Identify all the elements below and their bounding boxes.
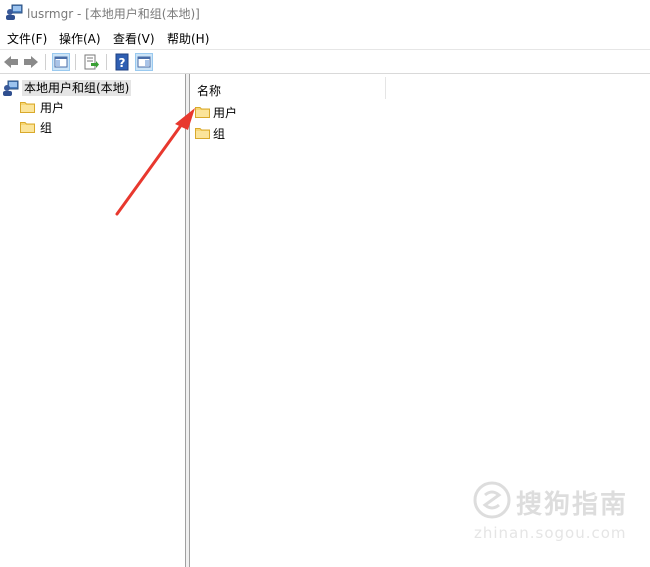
tree-root-label: 本地用户和组(本地) bbox=[22, 80, 132, 96]
users-computer-icon bbox=[3, 80, 19, 96]
app-icon bbox=[6, 4, 23, 20]
forward-icon[interactable] bbox=[22, 53, 40, 71]
menu-action[interactable]: 操作(A) bbox=[59, 30, 101, 47]
sogou-logo-icon bbox=[473, 481, 511, 519]
show-hide-tree-icon bbox=[54, 56, 68, 68]
title-bar: lusrmgr - [本地用户和组(本地)] bbox=[0, 0, 650, 26]
folder-icon bbox=[195, 107, 210, 118]
folder-icon bbox=[20, 102, 35, 113]
menu-view[interactable]: 查看(V) bbox=[113, 30, 155, 47]
properties-button[interactable] bbox=[135, 53, 153, 71]
menu-file[interactable]: 文件(F) bbox=[7, 30, 47, 47]
toolbar-separator bbox=[106, 54, 107, 70]
help-icon[interactable]: ? bbox=[113, 53, 131, 71]
toolbar-separator bbox=[45, 54, 46, 70]
toolbar: ? bbox=[0, 49, 650, 74]
toolbar-separator bbox=[75, 54, 76, 70]
folder-icon bbox=[195, 128, 210, 139]
tree-item-label: 用户 bbox=[40, 101, 65, 115]
column-header-name[interactable]: 名称 bbox=[190, 77, 386, 99]
watermark-url: zhinan.sogou.com bbox=[474, 524, 627, 542]
back-icon[interactable] bbox=[2, 53, 20, 71]
svg-text:?: ? bbox=[119, 56, 126, 70]
tree-pane: 本地用户和组(本地) 用户 组 bbox=[0, 74, 185, 567]
watermark-text: 搜狗指南 bbox=[516, 490, 629, 520]
list-item-label: 组 bbox=[213, 127, 226, 141]
export-list-icon[interactable] bbox=[82, 53, 100, 71]
folder-icon bbox=[20, 122, 35, 133]
tree-item-label: 组 bbox=[40, 121, 53, 135]
menu-help[interactable]: 帮助(H) bbox=[167, 30, 209, 47]
watermark: 搜狗指南 zhinan.sogou.com bbox=[468, 478, 638, 548]
menu-bar: 文件(F) 操作(A) 查看(V) 帮助(H) bbox=[0, 28, 650, 48]
show-hide-tree-button[interactable] bbox=[52, 53, 70, 71]
column-header-label: 名称 bbox=[197, 84, 222, 98]
window-title: lusrmgr - [本地用户和组(本地)] bbox=[27, 7, 200, 21]
list-item-label: 用户 bbox=[213, 106, 238, 120]
properties-icon bbox=[137, 56, 151, 68]
